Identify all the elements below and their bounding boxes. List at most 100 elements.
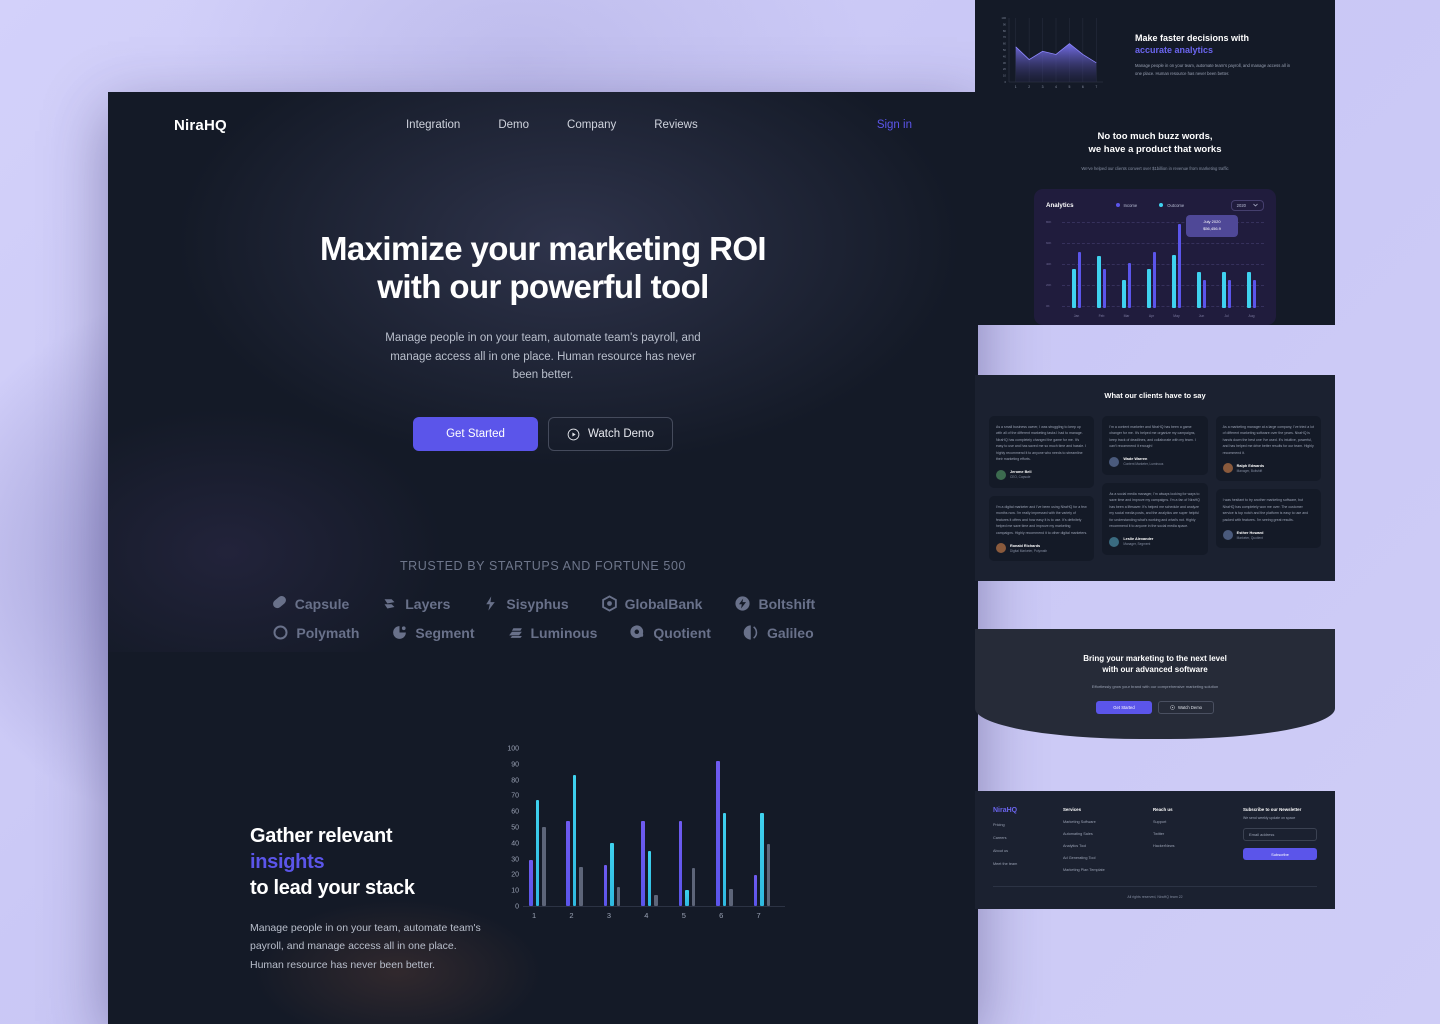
x-tick-label: 2 [1028,85,1030,89]
nav-links: Integration Demo Company Reviews [406,119,698,131]
bar [1072,269,1076,308]
testimonial-quote: I was hesitant to try another marketing … [1222,498,1309,522]
analytics-card: Analytics Income Outcome 2020 0K 20K 40K… [1034,188,1276,325]
testimonials-section: What our clients have to say As a small … [975,374,1335,582]
year-select-value: 2020 [1236,202,1246,208]
bar [566,820,570,907]
testimonial-columns: As a small business owner, I was struggl… [989,415,1321,562]
avatar [1222,463,1233,474]
email-field[interactable] [1243,828,1317,842]
testimonial-author: Esther Howard Marketer, Quotient [1222,530,1314,541]
cta-section: Bring your marketing to the next level w… [975,629,1335,740]
footer-link[interactable]: Pricing [993,823,1063,827]
author-name: Leslie Alexander [1123,537,1154,542]
x-tick-label: 1 [532,911,537,921]
logo-label: Galileo [766,624,814,641]
footer-link[interactable]: Automating Sales [1063,832,1153,836]
bar-group [710,760,747,907]
bar [616,887,621,907]
nav-item-integration[interactable]: Integration [406,119,460,131]
author-name: Jerome Bell [1010,470,1032,475]
bar [1127,263,1131,308]
bar [1152,251,1156,308]
cta-get-started-button[interactable]: Get Started [1096,700,1152,714]
y-tick-label: 80 [511,777,519,785]
area-chart: 100 90 80 70 60 50 40 30 20 10 0 1 2 3 4 5 6 7 [975,10,1105,100]
footer-link[interactable]: Careers [993,836,1063,840]
analytics-card-title: Analytics [1046,201,1074,209]
bolt-icon [486,596,496,611]
bar [1172,255,1176,308]
footer-copyright: All rights reserved, NiraHQ team 22 [1127,895,1183,900]
watch-demo-label: Watch Demo [587,428,655,441]
author-name: Esther Howard [1236,530,1264,535]
sign-in-link[interactable]: Sign in [877,119,912,131]
testimonials-heading: What our clients have to say [1104,390,1206,400]
accurate-analytics-section: 100 90 80 70 60 50 40 30 20 10 0 1 2 3 4 5 6 7 Make faste… [975,0,1335,100]
y-tick-label: 70 [1003,35,1007,39]
footer-link[interactable]: Meet the team [993,862,1063,866]
testimonial-card: As a marketing manager at a large compan… [1215,415,1321,482]
testimonial-quote: I'm a content marketer and NiraHQ has be… [1109,424,1196,449]
bar [678,820,683,907]
insights-section: Gather relevant insights to lead your st… [108,737,978,974]
testimonial-column: As a small business owner, I was struggl… [989,415,1095,562]
watch-demo-button[interactable]: Watch Demo [548,417,673,452]
footer-link[interactable]: Marketing Software [1063,820,1153,824]
navbar: NiraHQ Integration Demo Company Reviews … [108,92,978,158]
footer-logo[interactable]: NiraHQ [993,807,1063,814]
avatar [996,469,1006,480]
y-tick-label: 20 [511,871,519,879]
logo-boltshift: Boltshift [734,595,815,612]
y-tick-label: 0 [1004,80,1006,84]
logo-polymath: Polymath [272,624,359,641]
cta-heading: Bring your marketing to the next level w… [975,653,1335,676]
analytics-legend: Income Outcome [1115,202,1184,208]
footer-link[interactable]: HackerNews [1153,844,1243,848]
footer-link[interactable]: Twitter [1153,832,1243,836]
footer-link[interactable]: Ad Generating Tool [1063,856,1153,860]
footer-link[interactable]: About us [993,849,1063,853]
bar-group [1064,251,1089,308]
bar [535,800,539,907]
right-page-column: 100 90 80 70 60 50 40 30 20 10 0 1 2 3 4 5 6 7 Make faste… [975,0,1335,1000]
tooltip-value: $56,456.9 [1203,225,1221,231]
y-tick-label: 20K [1046,282,1052,287]
nav-item-company[interactable]: Company [567,119,616,131]
x-tick-label: Aug [1248,313,1255,318]
testimonial-author: Jerome Bell CEO, Capsule [996,469,1087,480]
x-tick-label: Jun [1198,313,1205,318]
footer-link[interactable]: Analytics Tool [1063,844,1153,848]
year-select[interactable]: 2020 [1230,199,1264,211]
cta-watch-demo-button[interactable]: Watch Demo [1158,700,1214,714]
testimonial-quote: As a small business owner, I was struggl… [996,424,1087,462]
trusted-label: TRUSTED BY STARTUPS AND FORTUNE 500 [399,559,687,574]
footer-link[interactable]: Support [1153,820,1243,824]
testimonial-column: As a marketing manager at a large compan… [1215,415,1321,561]
author-role: Marketer, Quotient [1236,535,1263,540]
footer-link[interactable]: Marketing Plan Template [1063,868,1153,872]
nav-item-demo[interactable]: Demo [498,119,529,131]
bar [1147,269,1151,308]
segment-icon [393,626,407,639]
y-tick-label: 50 [1003,48,1007,52]
subscribe-button[interactable]: Subscribe [1243,848,1317,861]
testimonial-author: Leslie Alexander Manager, Segment [1109,536,1200,547]
footer-brand-links: Pricing Careers About us Meet the team [993,823,1063,866]
bar-group [1214,271,1239,308]
footer-newsletter: Subscribe to our Newsletter We send week… [1243,807,1317,872]
brand-logo[interactable]: NiraHQ [174,117,227,134]
x-tick-label: Jan [1073,313,1080,318]
bar-group [1189,271,1214,308]
bar [1077,251,1081,308]
bar [641,820,645,907]
legend-income-label: Income [1123,202,1138,208]
get-started-button[interactable]: Get Started [413,417,538,452]
bar [716,760,720,907]
bar [1227,280,1231,308]
y-tick-label: 20 [1003,67,1007,71]
cta-subtitle: Effortlessly grow your brand with our co… [1091,683,1219,689]
x-tick-label: Mar [1123,313,1130,318]
y-tick-label: 60K [1046,240,1052,245]
nav-item-reviews[interactable]: Reviews [654,119,697,131]
